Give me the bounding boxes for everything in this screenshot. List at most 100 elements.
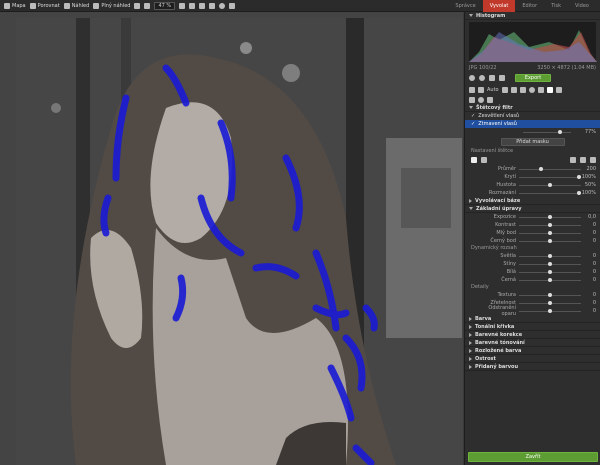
slider-knob[interactable] (577, 190, 581, 195)
compare-label: Porovnat (37, 2, 60, 9)
param-label: Expozice (493, 214, 516, 220)
slider-knob[interactable] (548, 222, 552, 227)
develop-base-header[interactable]: Vyvolávací báze (465, 197, 600, 205)
auto-label[interactable]: Auto (487, 87, 499, 93)
camera-icon[interactable] (501, 86, 508, 93)
crop-icon[interactable] (189, 2, 196, 9)
collapsed-section-header[interactable]: Ostrost (465, 355, 600, 363)
history-icon[interactable] (489, 75, 495, 81)
info-icon[interactable] (219, 2, 226, 9)
tab-print[interactable]: Tisk (544, 0, 568, 12)
param-slider[interactable] (519, 222, 581, 227)
full-view-button[interactable]: Plný náhled (93, 2, 130, 9)
param-slider[interactable] (519, 300, 581, 305)
zoom-in-icon[interactable] (179, 2, 186, 9)
param-row: Rozmazání 100% (465, 189, 600, 197)
param-slider[interactable] (519, 277, 581, 282)
preview-button[interactable]: Náhled (63, 2, 89, 9)
brush-add-icon[interactable] (471, 157, 477, 163)
tool-icon[interactable] (478, 86, 484, 93)
param-slider[interactable] (519, 261, 581, 266)
param-label: Krytí (504, 174, 516, 180)
compare-button[interactable]: Porovnat (29, 2, 60, 9)
wand-icon[interactable] (229, 2, 236, 9)
slider-knob[interactable] (577, 174, 581, 179)
param-row: Odstranění oparu 0 (465, 305, 600, 317)
slider-knob[interactable] (539, 166, 543, 171)
brush-filter-icon[interactable] (546, 86, 553, 93)
menu-icon[interactable] (469, 86, 475, 93)
export-button[interactable]: Export (515, 74, 551, 82)
develop-base-title: Vyvolávací báze (475, 197, 521, 204)
param-slider[interactable] (519, 253, 581, 258)
slider-knob[interactable] (548, 261, 552, 266)
param-slider[interactable] (519, 238, 581, 243)
right-panel: Histogram JPG 100/22 3250 × 4872 (1.04 M… (464, 12, 600, 465)
tab-manager[interactable]: Správce (448, 0, 482, 12)
brush-pick-icon[interactable] (570, 157, 576, 163)
param-row: Stíny 0 (465, 260, 600, 268)
param-slider[interactable] (519, 269, 581, 274)
collapsed-section-header[interactable]: Tonální křivka (465, 323, 600, 331)
param-slider[interactable] (519, 182, 581, 187)
param-slider[interactable] (519, 166, 581, 171)
undo-brush-icon[interactable] (590, 157, 596, 163)
collapsed-section-header[interactable]: Barevné tónování (465, 339, 600, 347)
circle-icon[interactable] (478, 96, 484, 103)
brush-filter-header[interactable]: Štětcový filtr (465, 104, 600, 112)
settings-icon[interactable] (555, 86, 562, 93)
slider-knob[interactable] (548, 230, 552, 235)
slider-knob[interactable] (548, 292, 552, 297)
opacity-slider[interactable] (523, 129, 571, 134)
file-dimensions: 3250 × 4872 (1.04 MB) (537, 65, 596, 71)
slider-knob[interactable] (548, 253, 552, 258)
slider-knob[interactable] (548, 300, 552, 305)
gradient-filter-icon[interactable] (537, 86, 544, 93)
radial-filter-icon[interactable] (528, 86, 535, 93)
param-slider[interactable] (519, 190, 581, 195)
link-icon[interactable] (580, 157, 586, 163)
zoom-field[interactable]: 47 % (154, 1, 176, 10)
histogram-header[interactable]: Histogram (465, 12, 600, 20)
slider-knob[interactable] (548, 238, 552, 243)
tab-video[interactable]: Video (568, 0, 596, 12)
collapsed-section-header[interactable]: Rozložené barva (465, 347, 600, 355)
slider-knob[interactable] (548, 308, 552, 313)
brush-erase-icon[interactable] (481, 157, 487, 163)
tab-editor[interactable]: Editor (515, 0, 544, 12)
slider-knob[interactable] (548, 182, 552, 187)
param-slider[interactable] (519, 292, 581, 297)
straighten-icon[interactable] (519, 86, 526, 93)
crop-tool-icon[interactable] (510, 86, 517, 93)
grid-icon[interactable] (199, 2, 206, 9)
slider-knob[interactable] (548, 214, 552, 219)
lock-icon[interactable] (209, 2, 216, 9)
param-row: Hustota 50% (465, 181, 600, 189)
undo-icon[interactable] (469, 75, 475, 81)
param-row: Expozice 0,0 (465, 213, 600, 221)
param-slider[interactable] (519, 230, 581, 235)
redo-icon[interactable] (479, 75, 485, 81)
tab-develop[interactable]: Vyvolat (482, 0, 516, 12)
opacity-knob[interactable] (558, 129, 562, 134)
pen-icon[interactable] (469, 96, 475, 103)
filter-layer-2[interactable]: ✓ Ztmavení vlasů (465, 120, 600, 128)
collapsed-section-header[interactable]: Barevné korekce (465, 331, 600, 339)
basic-header[interactable]: Základní úpravy (465, 205, 600, 213)
collapsed-section-header[interactable]: Přidaný barvou (465, 363, 600, 371)
param-slider[interactable] (519, 174, 581, 179)
fit-icon[interactable] (134, 2, 141, 9)
slider-knob[interactable] (548, 269, 552, 274)
map-button[interactable]: Mapa (4, 2, 26, 9)
param-slider[interactable] (519, 214, 581, 219)
text-icon[interactable] (487, 96, 493, 103)
image-canvas[interactable] (0, 12, 463, 465)
close-button[interactable]: Zavřít (468, 452, 598, 462)
portrait-photo[interactable] (16, 18, 462, 465)
zoom-out-icon[interactable] (144, 2, 151, 9)
filter-layer-1[interactable]: ✓ Zesvětlení vlasů (465, 112, 600, 120)
param-slider[interactable] (519, 308, 581, 313)
add-mask-button[interactable]: Přidat masku (500, 138, 565, 146)
reset-icon[interactable] (499, 75, 505, 81)
slider-knob[interactable] (548, 277, 552, 282)
